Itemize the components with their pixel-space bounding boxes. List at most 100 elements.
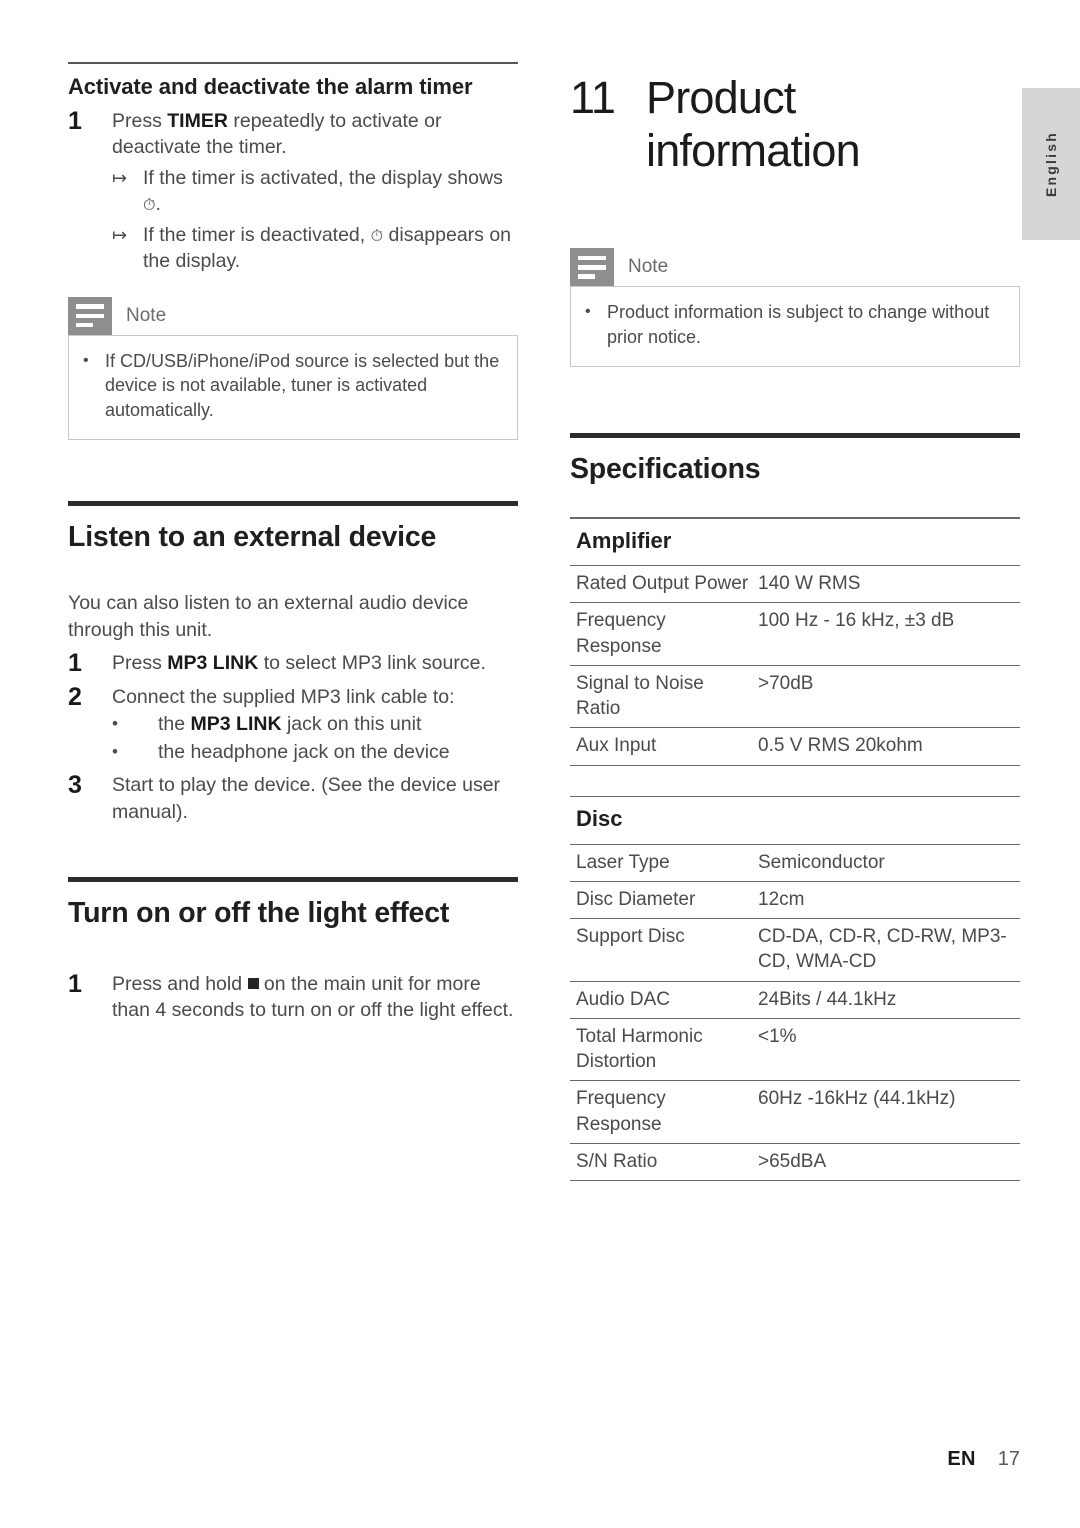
amplifier-table: Rated Output Power 140 W RMS Frequency R… xyxy=(570,564,1020,766)
timer-icon: ⏱ xyxy=(370,227,384,245)
step-item: 2 Connect the supplied MP3 link cable to… xyxy=(68,684,518,711)
step-item: 3 Start to play the device. (See the dev… xyxy=(68,772,518,825)
note-lines-icon xyxy=(570,248,614,287)
disc-table: Laser Type Semiconductor Disc Diameter 1… xyxy=(570,843,1020,1182)
sub-bullet-item: • the MP3 LINK jack on this unit xyxy=(68,711,518,738)
step-text: Press TIMER repeatedly to activate or de… xyxy=(112,108,518,161)
spec-key: Frequency Response xyxy=(570,602,752,666)
step-item: 1 Press TIMER repeatedly to activate or … xyxy=(68,107,518,161)
spec-key: S/N Ratio xyxy=(570,1142,752,1182)
section-rule-thick xyxy=(570,433,1020,439)
section-rule-thin xyxy=(68,62,518,64)
spec-key: Aux Input xyxy=(570,727,752,766)
spec-key: Rated Output Power xyxy=(570,564,752,603)
sub-result-suffix: . xyxy=(155,193,161,216)
language-tab-label: English xyxy=(1043,131,1059,197)
intro-paragraph: You can also listen to an external audio… xyxy=(68,591,469,641)
spec-subhead-amplifier: Amplifier xyxy=(576,527,672,553)
chapter-number: 11 xyxy=(570,72,616,123)
table-row: Laser Type Semiconductor xyxy=(570,843,1020,882)
sub-bullet-suffix: jack on this unit xyxy=(281,713,422,736)
sub-bullet-text: the MP3 LINK jack on this unit xyxy=(158,711,518,738)
note-box: Note • Product information is subject to… xyxy=(570,248,1020,368)
spec-table-disc: Disc Laser Type Semiconductor Disc Diame… xyxy=(570,795,1020,1182)
arrow-icon: ↦ xyxy=(112,224,128,245)
step-text-prefix: Press xyxy=(112,109,168,132)
table-row: Audio DAC 24Bits / 44.1kHz xyxy=(570,980,1020,1019)
note-title: Note xyxy=(628,256,669,278)
step-item: 1 Press MP3 LINK to select MP3 link sour… xyxy=(68,650,518,677)
step-text-bold: MP3 LINK xyxy=(167,652,259,675)
left-column: Activate and deactivate the alarm timer … xyxy=(68,62,518,1024)
spec-key: Disc Diameter xyxy=(570,880,752,919)
chapter-title-line2: information xyxy=(646,124,861,176)
step-item: 1 Press and hold on the main unit for mo… xyxy=(68,971,518,1024)
table-row: Support Disc CD-DA, CD-R, CD-RW, MP3-CD,… xyxy=(570,918,1020,982)
step-text: Start to play the device. (See the devic… xyxy=(112,774,501,823)
spec-value: 140 W RMS xyxy=(752,564,1020,603)
spec-key: Laser Type xyxy=(570,843,752,882)
spec-value: 100 Hz - 16 kHz, ±3 dB xyxy=(752,602,1020,666)
step-text: Press MP3 LINK to select MP3 link source… xyxy=(112,650,518,677)
spec-table-amplifier: Amplifier Rated Output Power 140 W RMS F… xyxy=(570,516,1020,766)
footer-locale: EN xyxy=(947,1448,976,1470)
manual-page: English Activate and deactivate the alar… xyxy=(0,0,1080,1528)
table-row: Aux Input 0.5 V RMS 20kohm xyxy=(570,727,1020,766)
note-body: • If CD/USB/iPhone/iPod source is select… xyxy=(68,334,518,441)
section-external-device: Listen to an external device You can als… xyxy=(68,501,518,825)
note-item: • Product information is subject to chan… xyxy=(585,300,1005,349)
sub-bullet-text: the headphone jack on the device xyxy=(158,740,450,763)
page-footer: EN 17 xyxy=(0,1448,1020,1471)
right-column: 11 Product information Note • Product inf… xyxy=(570,72,1020,1182)
step-text-suffix: to select MP3 link source. xyxy=(258,652,486,675)
section-alarm-timer: Activate and deactivate the alarm timer … xyxy=(68,62,518,441)
table-row: S/N Ratio >65dBA xyxy=(570,1142,1020,1182)
section-rule-thick xyxy=(68,501,518,507)
sub-result-item: ↦ If the timer is deactivated, ⏱ disappe… xyxy=(68,222,518,275)
note-item: • If CD/USB/iPhone/iPod source is select… xyxy=(83,349,503,422)
spec-value: 12cm xyxy=(752,880,1020,919)
bullet-icon: • xyxy=(112,714,118,734)
note-item-text: If CD/USB/iPhone/iPod source is selected… xyxy=(105,350,500,420)
bullet-icon: • xyxy=(112,741,118,761)
spec-value: <1% xyxy=(752,1017,1020,1081)
spec-subhead-disc: Disc xyxy=(576,806,623,832)
sub-bullet-bold: MP3 LINK xyxy=(190,713,282,736)
note-lines-icon xyxy=(68,296,112,335)
step-text: Connect the supplied MP3 link cable to: xyxy=(112,685,455,708)
sub-bullet-item: • the headphone jack on the device xyxy=(68,739,518,766)
sub-bullet-prefix: the xyxy=(158,713,191,736)
table-gap xyxy=(570,766,1020,796)
note-body: • Product information is subject to chan… xyxy=(570,286,1020,368)
table-row: Disc Diameter 12cm xyxy=(570,880,1020,919)
step-number: 2 xyxy=(68,682,82,711)
chapter-title-line1: Product xyxy=(646,72,796,123)
stop-square-icon xyxy=(247,978,259,990)
note-box: Note • If CD/USB/iPhone/iPod source is s… xyxy=(68,296,518,441)
bullet-icon: • xyxy=(83,351,89,369)
section-light-effect: Turn on or off the light effect 1 Press … xyxy=(68,877,518,1024)
spec-key: Audio DAC xyxy=(570,980,752,1019)
table-row: Frequency Response 100 Hz - 16 kHz, ±3 d… xyxy=(570,602,1020,666)
spec-key: Frequency Response xyxy=(570,1080,752,1144)
spec-value: Semiconductor xyxy=(752,843,1020,882)
spec-value: 60Hz -16kHz (44.1kHz) xyxy=(752,1080,1020,1144)
spec-key: Signal to Noise Ratio xyxy=(570,664,752,728)
sub-result-text: If the timer is activated, the display s… xyxy=(143,165,518,218)
heading-specifications: Specifications xyxy=(570,453,761,486)
section-specifications: Specifications Amplifier Rated Output Po… xyxy=(570,433,1020,1182)
footer-page-number: 17 xyxy=(997,1448,1020,1470)
note-header: Note xyxy=(570,248,1020,287)
spec-value: 0.5 V RMS 20kohm xyxy=(752,727,1020,766)
spec-value: >70dB xyxy=(752,664,1020,728)
heading-alarm-timer: Activate and deactivate the alarm timer xyxy=(68,74,473,99)
note-header: Note xyxy=(68,296,518,335)
step-text-bold: TIMER xyxy=(167,109,228,132)
table-row: Total Harmonic Distortion <1% xyxy=(570,1017,1020,1081)
spec-value: >65dBA xyxy=(752,1142,1020,1182)
step-number: 1 xyxy=(68,969,82,998)
language-tab: English xyxy=(1022,88,1080,240)
step-text-prefix: Press xyxy=(112,652,168,675)
note-item-text: Product information is subject to change… xyxy=(607,302,990,347)
chapter-title: 11 Product information xyxy=(570,72,1020,177)
